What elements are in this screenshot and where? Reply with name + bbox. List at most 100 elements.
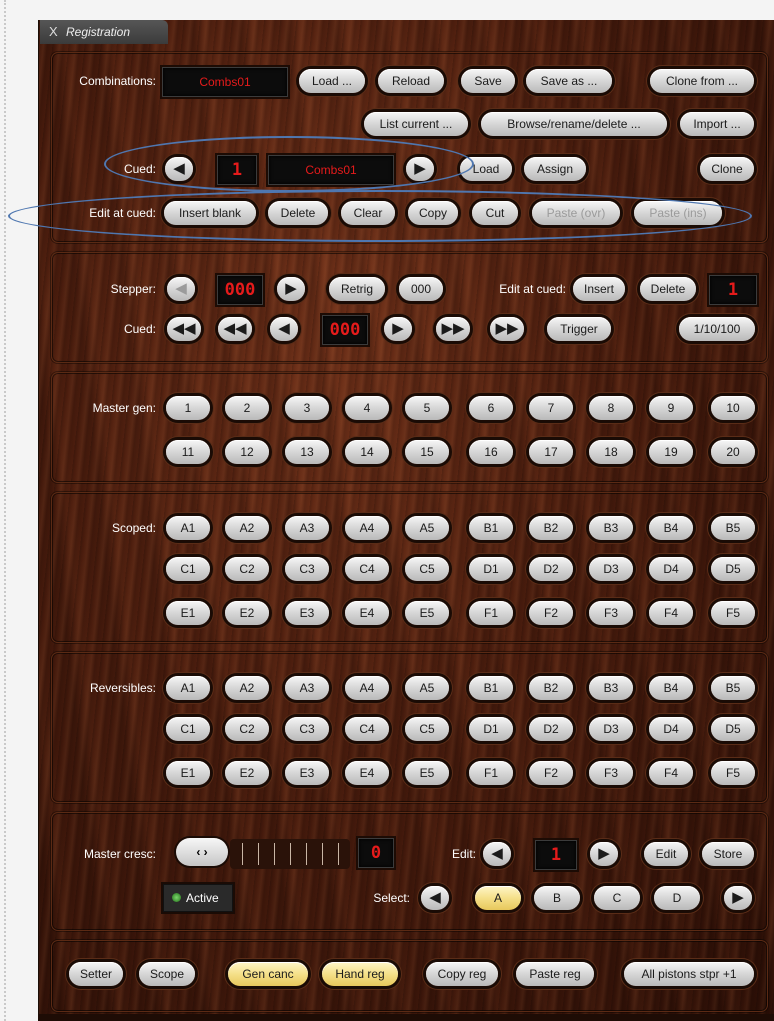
scoped-button[interactable]: A4 [345,516,389,540]
reversible-button[interactable]: A2 [225,676,269,700]
master-gen-button[interactable]: 1 [166,396,210,420]
select-option-c[interactable]: C [594,886,640,910]
scoped-button[interactable]: C5 [405,557,449,581]
scoped-button[interactable]: D4 [649,557,693,581]
scoped-button[interactable]: A1 [166,516,210,540]
master-gen-button[interactable]: 13 [285,440,329,464]
edit-button[interactable]: Edit [644,842,688,866]
select-option-a[interactable]: A [475,886,521,910]
stepper-zero-button[interactable]: 000 [399,277,443,301]
scoped-button[interactable]: B2 [529,516,573,540]
master-gen-button[interactable]: 10 [711,396,755,420]
assign-button[interactable]: Assign [524,157,586,181]
reversible-button[interactable]: A1 [166,676,210,700]
setter-button[interactable]: Setter [69,962,123,986]
reversible-button[interactable]: F5 [711,761,755,785]
scoped-button[interactable]: F3 [589,601,633,625]
master-gen-button[interactable]: 7 [529,396,573,420]
master-gen-button[interactable]: 5 [405,396,449,420]
scoped-button[interactable]: F5 [711,601,755,625]
reversible-button[interactable]: E2 [225,761,269,785]
select-next-button[interactable]: ▶ [724,886,752,910]
master-gen-button[interactable]: 14 [345,440,389,464]
master-gen-button[interactable]: 3 [285,396,329,420]
load-button[interactable]: Load ... [299,69,365,93]
master-gen-button[interactable]: 8 [589,396,633,420]
stepper-next-button[interactable]: ▶ [277,277,305,301]
select-option-b[interactable]: B [534,886,580,910]
copy-reg-button[interactable]: Copy reg [426,962,498,986]
select-prev-button[interactable]: ◀ [421,886,449,910]
step-size-button[interactable]: 1/10/100 [679,317,755,341]
scoped-button[interactable]: D5 [711,557,755,581]
master-gen-button[interactable]: 6 [469,396,513,420]
fwd-1-button[interactable]: ▶ [384,317,412,341]
close-icon[interactable]: X [49,20,58,44]
scope-button[interactable]: Scope [139,962,195,986]
reversible-button[interactable]: A4 [345,676,389,700]
reversible-button[interactable]: B3 [589,676,633,700]
reversible-button[interactable]: D2 [529,717,573,741]
edit-prev-button[interactable]: ◀ [483,842,511,866]
scoped-button[interactable]: E3 [285,601,329,625]
save-button[interactable]: Save [461,69,515,93]
master-gen-button[interactable]: 18 [589,440,633,464]
scoped-button[interactable]: F2 [529,601,573,625]
stepper-delete-button[interactable]: Delete [640,277,696,301]
scoped-button[interactable]: B4 [649,516,693,540]
master-gen-button[interactable]: 9 [649,396,693,420]
scoped-button[interactable]: A2 [225,516,269,540]
scoped-button[interactable]: A5 [405,516,449,540]
scoped-button[interactable]: F1 [469,601,513,625]
crescendo-slider[interactable]: ‹ › [172,835,354,875]
reversible-button[interactable]: A5 [405,676,449,700]
reversible-button[interactable]: D3 [589,717,633,741]
back-10-button[interactable]: ◀◀ [218,317,252,341]
scoped-button[interactable]: A3 [285,516,329,540]
scoped-button[interactable]: F4 [649,601,693,625]
reversible-button[interactable]: F2 [529,761,573,785]
master-gen-button[interactable]: 19 [649,440,693,464]
reversible-button[interactable]: C1 [166,717,210,741]
master-gen-button[interactable]: 20 [711,440,755,464]
scoped-button[interactable]: B3 [589,516,633,540]
edit-next-button[interactable]: ▶ [590,842,618,866]
gen-canc-button[interactable]: Gen canc [228,962,308,986]
reversible-button[interactable]: E3 [285,761,329,785]
reversible-button[interactable]: E1 [166,761,210,785]
save-as-button[interactable]: Save as ... [526,69,612,93]
scoped-button[interactable]: B5 [711,516,755,540]
master-gen-button[interactable]: 16 [469,440,513,464]
active-indicator[interactable]: Active [163,884,233,912]
hand-reg-button[interactable]: Hand reg [322,962,398,986]
list-current-button[interactable]: List current ... [364,112,468,136]
reversible-button[interactable]: C3 [285,717,329,741]
reversible-button[interactable]: A3 [285,676,329,700]
scoped-button[interactable]: D3 [589,557,633,581]
import-button[interactable]: Import ... [680,112,754,136]
reversible-button[interactable]: D5 [711,717,755,741]
paste-reg-button[interactable]: Paste reg [516,962,594,986]
master-gen-button[interactable]: 2 [225,396,269,420]
master-gen-button[interactable]: 17 [529,440,573,464]
reversible-button[interactable]: F4 [649,761,693,785]
select-option-d[interactable]: D [654,886,700,910]
trigger-button[interactable]: Trigger [547,317,611,341]
clone-button[interactable]: Clone [700,157,754,181]
master-gen-button[interactable]: 4 [345,396,389,420]
reversible-button[interactable]: B2 [529,676,573,700]
reversible-button[interactable]: F1 [469,761,513,785]
reversible-button[interactable]: B1 [469,676,513,700]
scoped-button[interactable]: E5 [405,601,449,625]
back-1-button[interactable]: ◀ [270,317,298,341]
scoped-button[interactable]: C4 [345,557,389,581]
fwd-10-button[interactable]: ▶▶ [436,317,470,341]
reversible-button[interactable]: D1 [469,717,513,741]
last-button[interactable]: ▶▶ [490,317,524,341]
master-gen-button[interactable]: 12 [225,440,269,464]
scoped-button[interactable]: B1 [469,516,513,540]
reload-button[interactable]: Reload [378,69,444,93]
slider-knob[interactable]: ‹ › [176,838,228,866]
master-gen-button[interactable]: 11 [166,440,210,464]
reversible-button[interactable]: E5 [405,761,449,785]
